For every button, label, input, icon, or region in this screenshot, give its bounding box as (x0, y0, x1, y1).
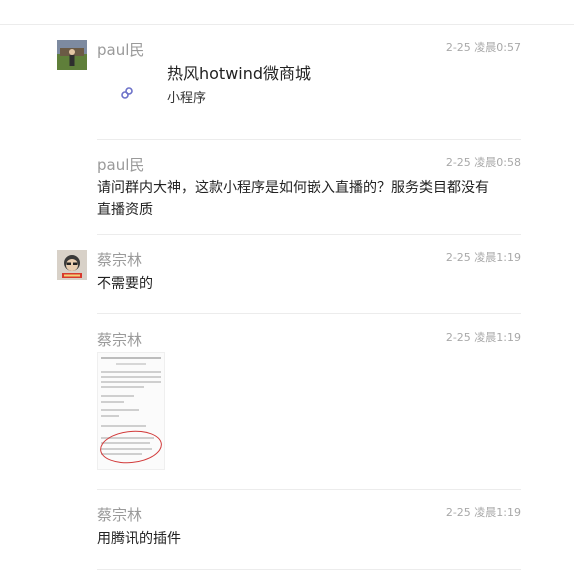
message-meta: paul民 2-25 凌晨0:57 (97, 40, 521, 60)
message-text: 用腾讯的插件 (97, 531, 181, 547)
message-divider (97, 234, 521, 235)
mini-program-label: 小程序 (167, 91, 207, 106)
annotation-circle (98, 427, 164, 467)
avatar[interactable] (57, 40, 87, 70)
message-meta: 蔡宗林 2-25 凌晨1:19 (97, 250, 521, 270)
message-divider (97, 489, 521, 490)
message-body: paul民 2-25 凌晨0:58 请问群内大神，这款小程序是如何嵌入直播的？服… (97, 155, 521, 221)
top-divider (0, 24, 574, 25)
message-divider (97, 569, 521, 570)
message-text: 请问群内大神，这款小程序是如何嵌入直播的？服务类目都没有直播资质 (97, 180, 489, 218)
message-time: 2-25 凌晨0:58 (445, 156, 521, 169)
avatar[interactable] (57, 250, 87, 280)
message-divider (97, 139, 521, 140)
message-meta: paul民 2-25 凌晨0:58 (97, 155, 521, 175)
link-icon (119, 85, 135, 101)
sender-name[interactable]: paul民 (97, 155, 144, 175)
mini-program-title: 热风hotwind微商城 (167, 64, 312, 83)
message-body: 蔡宗林 2-25 凌晨1:19 用腾讯的插件 (97, 505, 521, 550)
message-time: 2-25 凌晨0:57 (445, 41, 521, 54)
sender-name[interactable]: 蔡宗林 (97, 505, 142, 525)
message-time: 2-25 凌晨1:19 (445, 506, 521, 519)
message-time: 2-25 凌晨1:19 (445, 331, 521, 344)
mini-program-card[interactable]: 热风hotwind微商城 小程序 (97, 63, 521, 133)
message-divider (97, 313, 521, 314)
message-body: paul民 2-25 凌晨0:57 热风hotwind微商城 小程序 (97, 40, 521, 133)
image-attachment[interactable] (97, 352, 165, 470)
message-meta: 蔡宗林 2-25 凌晨1:19 (97, 505, 521, 525)
message-time: 2-25 凌晨1:19 (445, 251, 521, 264)
message-body: 蔡宗林 2-25 凌晨1:19 不需要的 (97, 250, 521, 295)
message-text: 不需要的 (97, 276, 153, 292)
message-body: 蔡宗林 2-25 凌晨1:19 (97, 330, 521, 470)
sender-name[interactable]: 蔡宗林 (97, 330, 142, 350)
sender-name[interactable]: 蔡宗林 (97, 250, 142, 270)
sender-name[interactable]: paul民 (97, 40, 144, 60)
message-meta: 蔡宗林 2-25 凌晨1:19 (97, 330, 521, 350)
